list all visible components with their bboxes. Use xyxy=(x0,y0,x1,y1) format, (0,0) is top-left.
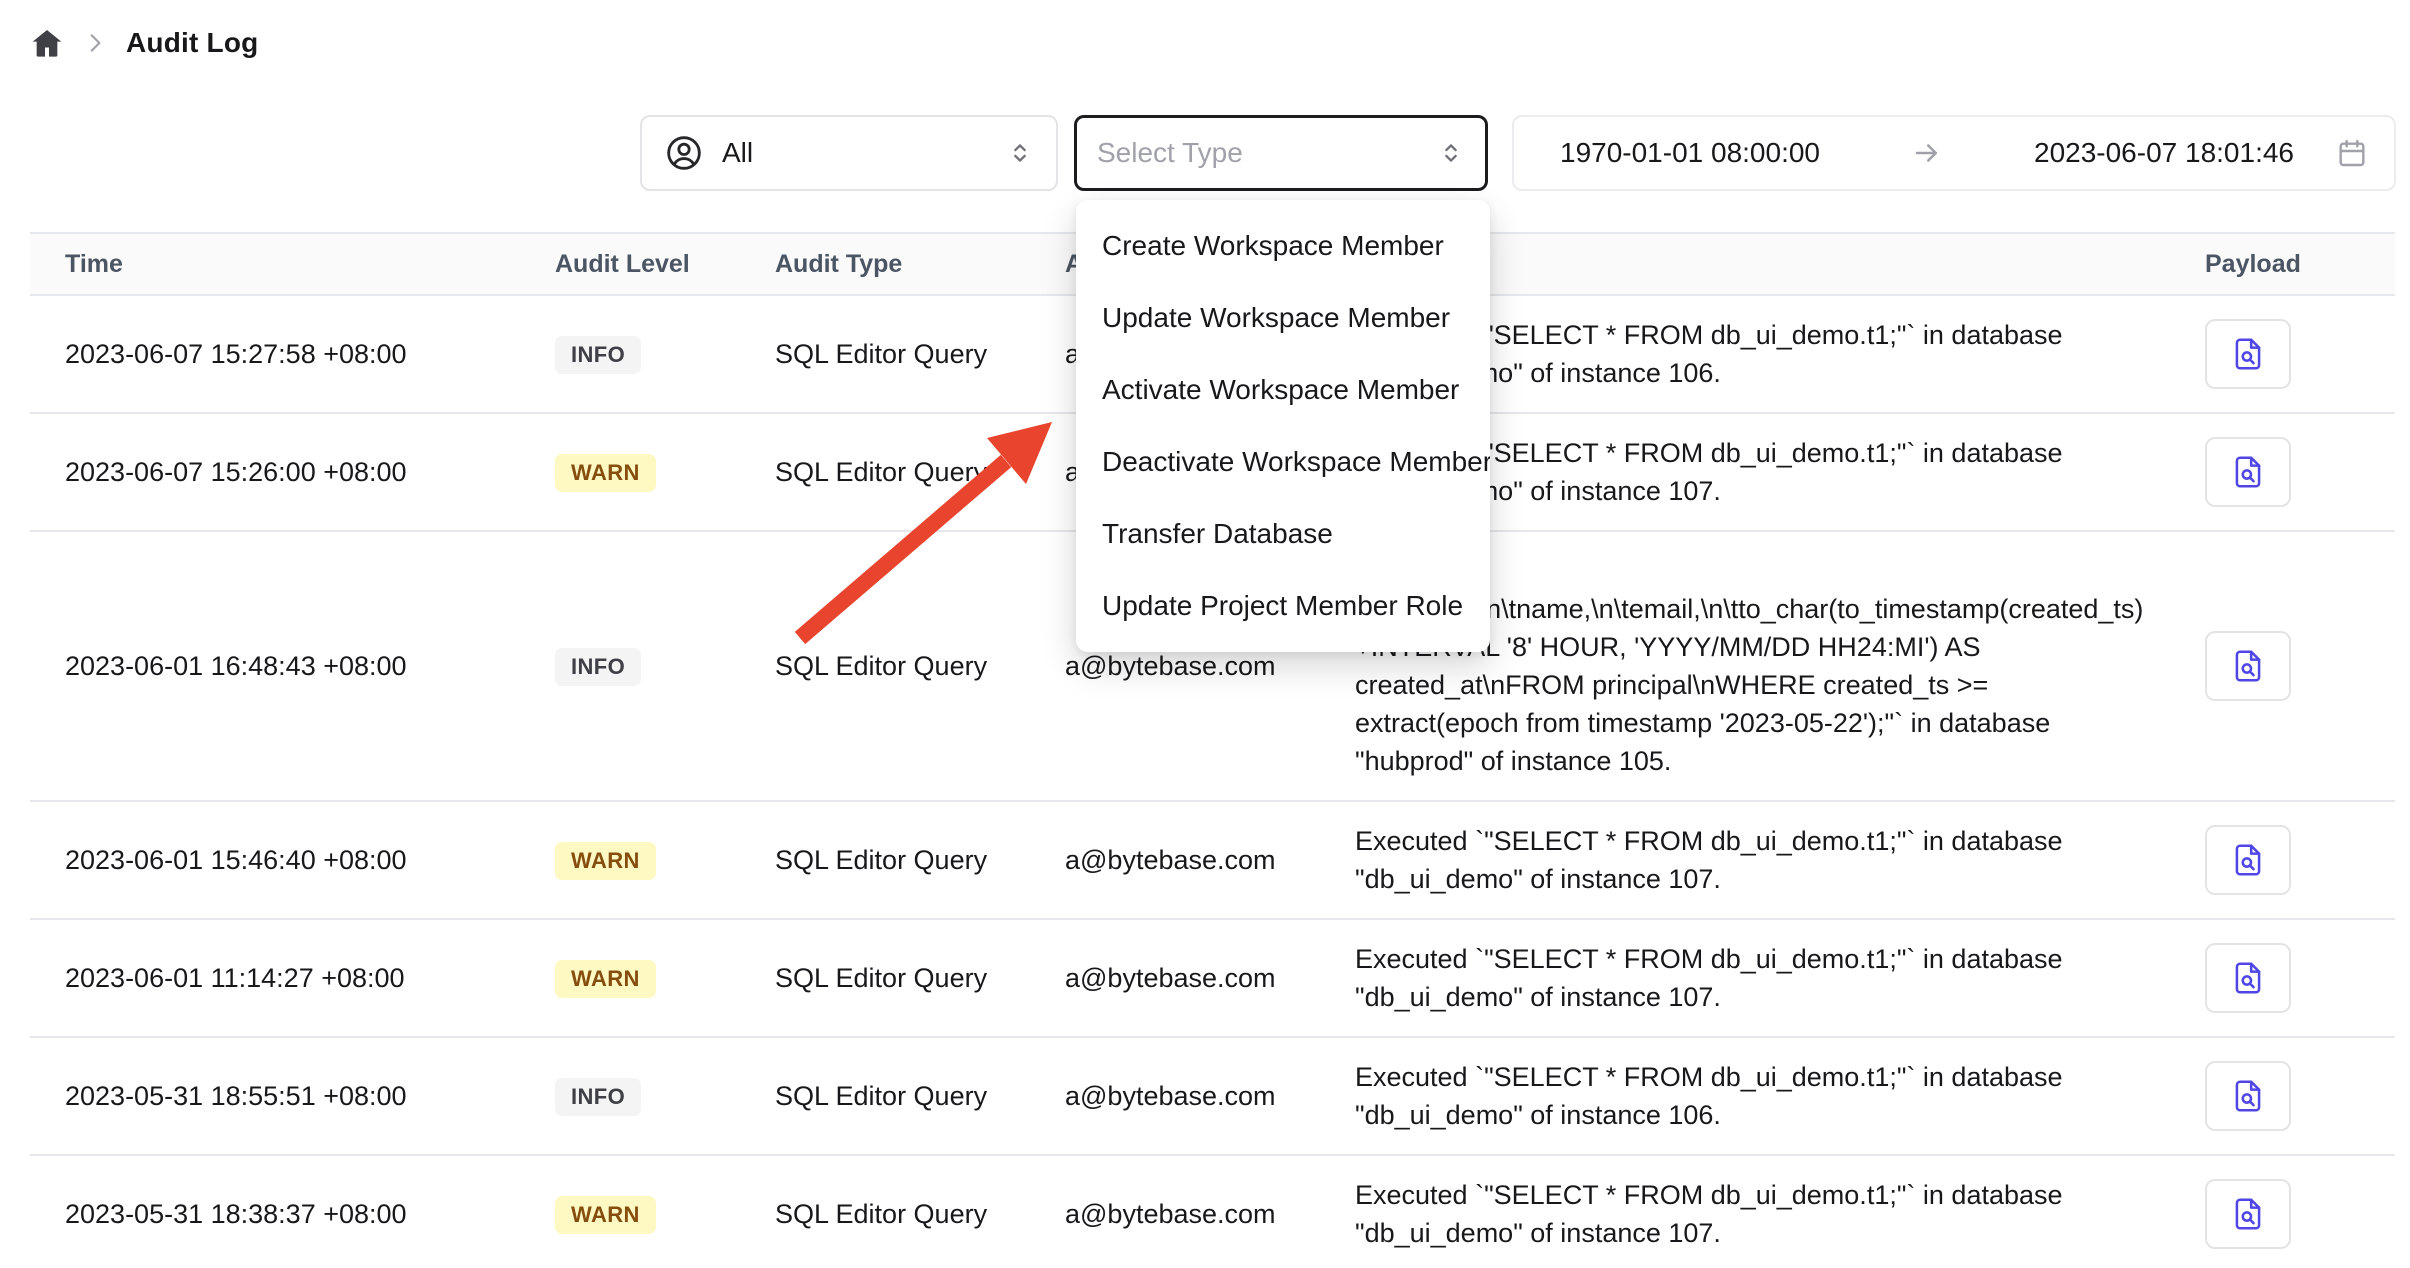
actor-cell: a@bytebase.com xyxy=(1030,801,1320,919)
audit-level-badge: INFO xyxy=(555,1078,641,1116)
col-header-time: Time xyxy=(30,233,520,295)
comment-cell: Executed `"SELECT * FROM db_ui_demo.t1;"… xyxy=(1320,1037,2170,1155)
actor-filter-select[interactable]: All xyxy=(640,115,1058,191)
view-payload-button[interactable] xyxy=(2205,437,2291,507)
dropdown-item-activate-workspace-member[interactable]: Activate Workspace Member xyxy=(1076,354,1490,426)
chevron-right-icon xyxy=(82,30,108,56)
file-search-icon xyxy=(2229,1195,2267,1233)
audit-type-dropdown-menu: Create Workspace Member Update Workspace… xyxy=(1076,200,1490,652)
audit-level-badge: WARN xyxy=(555,842,656,880)
dropdown-item-deactivate-workspace-member[interactable]: Deactivate Workspace Member xyxy=(1076,426,1490,498)
arrow-right-icon xyxy=(1912,138,1942,168)
date-from-input[interactable]: 1970-01-01 08:00:00 xyxy=(1560,137,1820,169)
page-title: Audit Log xyxy=(126,27,258,59)
file-search-icon xyxy=(2229,453,2267,491)
actor-filter-value: All xyxy=(722,137,988,169)
dropdown-item-create-workspace-member[interactable]: Create Workspace Member xyxy=(1076,210,1490,282)
table-row: 2023-06-01 11:14:27 +08:00 WARN SQL Edit… xyxy=(30,919,2395,1037)
time-cell: 2023-06-07 15:26:00 +08:00 xyxy=(30,413,520,531)
audit-type-cell: SQL Editor Query xyxy=(740,531,1030,801)
view-payload-button[interactable] xyxy=(2205,1179,2291,1249)
file-search-icon xyxy=(2229,841,2267,879)
audit-level-badge: INFO xyxy=(555,648,641,686)
audit-type-cell: SQL Editor Query xyxy=(740,801,1030,919)
actor-cell: a@bytebase.com xyxy=(1030,919,1320,1037)
breadcrumb: Audit Log xyxy=(30,26,258,60)
date-to-input[interactable]: 2023-06-07 18:01:46 xyxy=(2034,137,2294,169)
calendar-icon[interactable] xyxy=(2336,137,2368,169)
time-cell: 2023-05-31 18:55:51 +08:00 xyxy=(30,1037,520,1155)
time-cell: 2023-05-31 18:38:37 +08:00 xyxy=(30,1155,520,1268)
time-cell: 2023-06-01 15:46:40 +08:00 xyxy=(30,801,520,919)
user-circle-icon xyxy=(664,133,704,173)
chevron-up-down-icon xyxy=(1437,139,1465,167)
table-row: 2023-05-31 18:55:51 +08:00 INFO SQL Edit… xyxy=(30,1037,2395,1155)
view-payload-button[interactable] xyxy=(2205,825,2291,895)
audit-type-cell: SQL Editor Query xyxy=(740,919,1030,1037)
view-payload-button[interactable] xyxy=(2205,1061,2291,1131)
table-row: 2023-05-31 18:38:37 +08:00 WARN SQL Edit… xyxy=(30,1155,2395,1268)
chevron-up-down-icon xyxy=(1006,139,1034,167)
audit-level-badge: WARN xyxy=(555,1196,656,1234)
audit-level-badge: WARN xyxy=(555,960,656,998)
date-range-picker[interactable]: 1970-01-01 08:00:00 2023-06-07 18:01:46 xyxy=(1512,115,2396,191)
actor-cell: a@bytebase.com xyxy=(1030,1155,1320,1268)
comment-cell: Executed `"SELECT * FROM db_ui_demo.t1;"… xyxy=(1320,801,2170,919)
file-search-icon xyxy=(2229,335,2267,373)
dropdown-item-transfer-database[interactable]: Transfer Database xyxy=(1076,498,1490,570)
audit-type-cell: SQL Editor Query xyxy=(740,413,1030,531)
audit-level-badge: INFO xyxy=(555,336,641,374)
col-header-payload: Payload xyxy=(2170,233,2395,295)
type-filter-select[interactable]: Select Type xyxy=(1074,115,1488,191)
audit-type-cell: SQL Editor Query xyxy=(740,295,1030,413)
col-header-audit-level: Audit Level xyxy=(520,233,740,295)
home-icon[interactable] xyxy=(30,26,64,60)
view-payload-button[interactable] xyxy=(2205,319,2291,389)
audit-level-badge: WARN xyxy=(555,454,656,492)
dropdown-item-update-project-member-role[interactable]: Update Project Member Role xyxy=(1076,570,1490,642)
view-payload-button[interactable] xyxy=(2205,631,2291,701)
file-search-icon xyxy=(2229,1077,2267,1115)
file-search-icon xyxy=(2229,647,2267,685)
time-cell: 2023-06-07 15:27:58 +08:00 xyxy=(30,295,520,413)
col-header-audit-type: Audit Type xyxy=(740,233,1030,295)
audit-log-page: Audit Log All Select Type 1970-01-01 08:… xyxy=(0,0,2410,1268)
time-cell: 2023-06-01 11:14:27 +08:00 xyxy=(30,919,520,1037)
dropdown-item-update-workspace-member[interactable]: Update Workspace Member xyxy=(1076,282,1490,354)
comment-cell: Executed `"SELECT * FROM db_ui_demo.t1;"… xyxy=(1320,1155,2170,1268)
type-filter-placeholder: Select Type xyxy=(1097,137,1437,169)
filter-bar: All Select Type 1970-01-01 08:00:00 2023… xyxy=(0,115,2410,191)
comment-cell: Executed `"SELECT * FROM db_ui_demo.t1;"… xyxy=(1320,919,2170,1037)
actor-cell: a@bytebase.com xyxy=(1030,1037,1320,1155)
audit-type-cell: SQL Editor Query xyxy=(740,1037,1030,1155)
table-row: 2023-06-01 15:46:40 +08:00 WARN SQL Edit… xyxy=(30,801,2395,919)
view-payload-button[interactable] xyxy=(2205,943,2291,1013)
audit-type-cell: SQL Editor Query xyxy=(740,1155,1030,1268)
file-search-icon xyxy=(2229,959,2267,997)
time-cell: 2023-06-01 16:48:43 +08:00 xyxy=(30,531,520,801)
